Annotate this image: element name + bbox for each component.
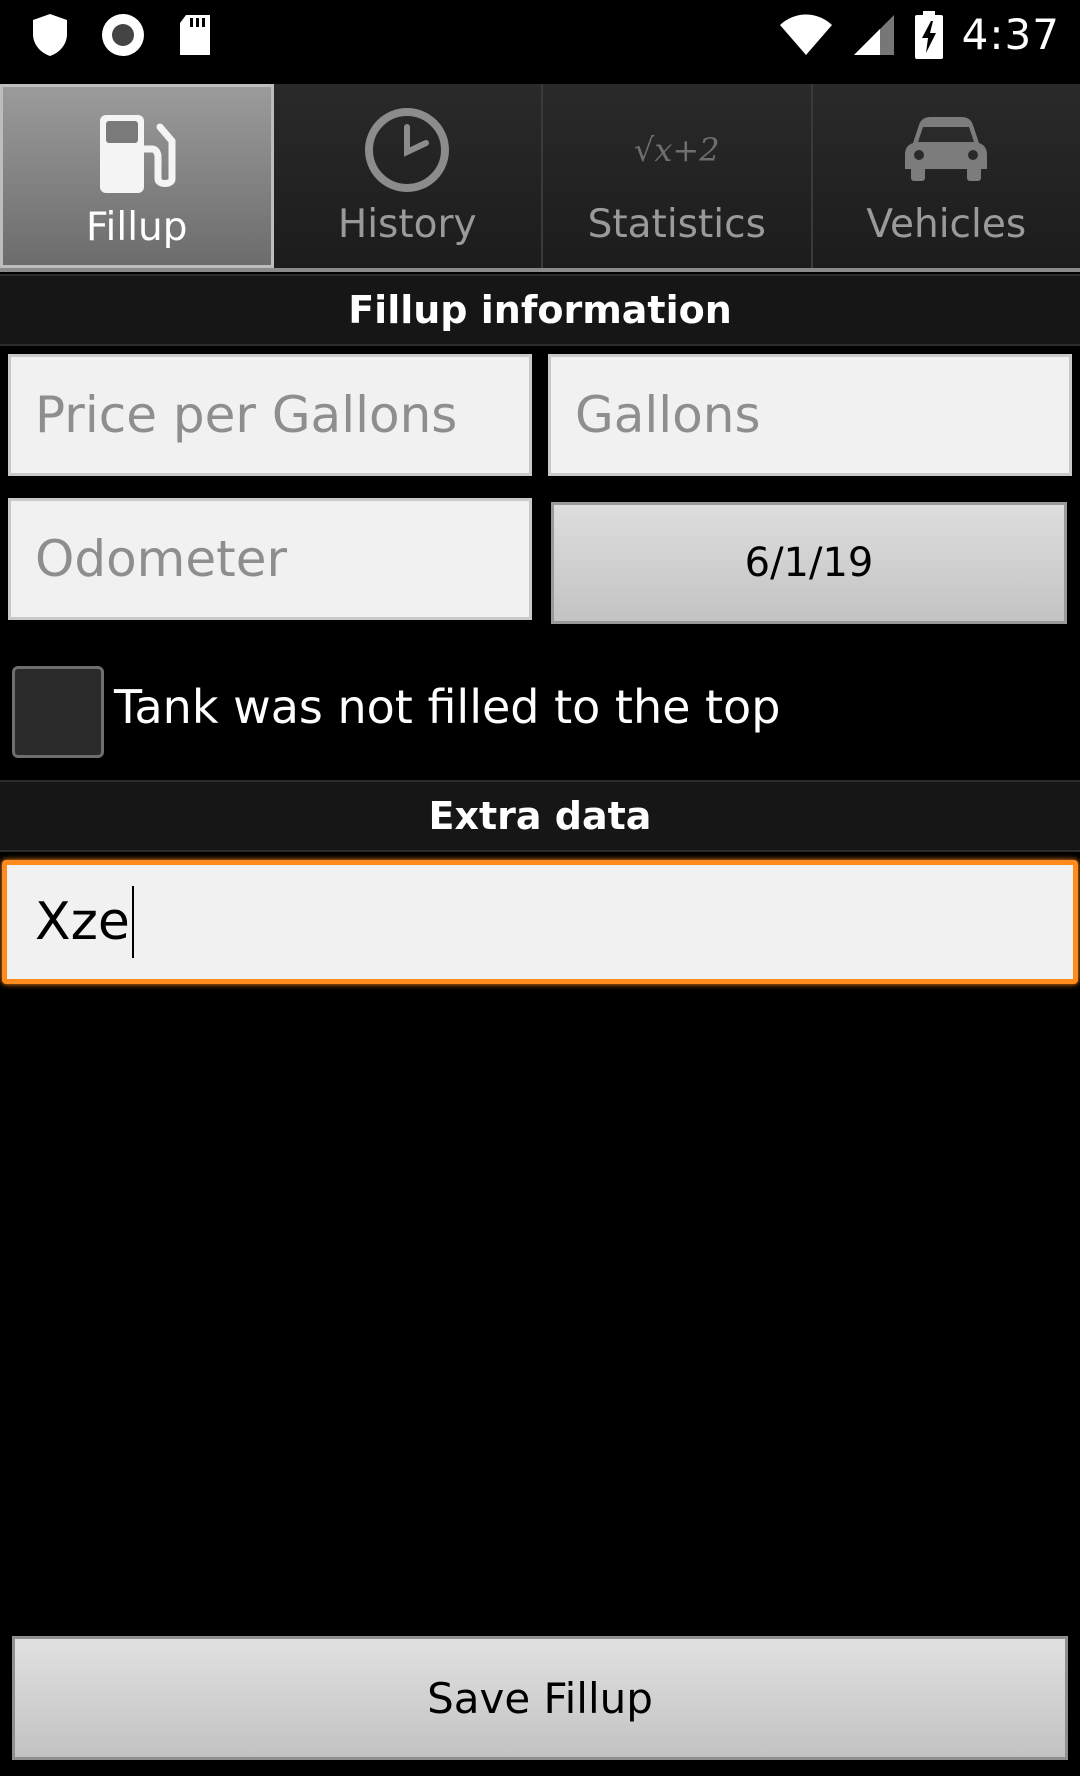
shield-icon (33, 14, 67, 56)
extra-data-value: Xze (35, 892, 130, 952)
text-cursor (131, 886, 134, 958)
car-icon (905, 117, 988, 181)
clock: 4:37 (961, 10, 1060, 59)
date-picker-button[interactable]: 6/1/19 (551, 502, 1067, 624)
status-bar: 4:37 (0, 0, 1080, 84)
gallons-field[interactable]: Gallons (548, 354, 1072, 476)
tank-not-full-label[interactable]: Tank was not filled to the top (114, 680, 780, 734)
odometer-placeholder: Odometer (35, 530, 288, 588)
tab-statistics[interactable]: √x+2 Statistics (543, 84, 813, 268)
tab-fillup-label: Fillup (85, 205, 188, 250)
fuel-pump-icon (99, 115, 176, 193)
tab-vehicles-label: Vehicles (866, 202, 1027, 247)
sqrt-formula-icon: √x+2 (633, 131, 720, 169)
tab-bar: Fillup History √x+2 Statistics Vehicles (0, 84, 1080, 272)
tab-fillup[interactable]: Fillup (0, 84, 274, 268)
fillup-information-header: Fillup information (0, 274, 1080, 346)
gallons-placeholder: Gallons (575, 386, 761, 444)
extra-data-input[interactable]: Xze (2, 860, 1078, 984)
battery-charging-icon (914, 10, 943, 59)
sd-card-icon (180, 15, 210, 55)
price-per-gallon-placeholder: Price per Gallons (35, 386, 458, 444)
clock-icon (365, 108, 450, 192)
tab-vehicles[interactable]: Vehicles (812, 84, 1080, 268)
wifi-icon (779, 14, 832, 55)
tank-not-full-checkbox[interactable] (12, 666, 104, 758)
save-fillup-button[interactable]: Save Fillup (12, 1636, 1068, 1760)
tab-history[interactable]: History (273, 84, 543, 268)
price-per-gallon-field[interactable]: Price per Gallons (8, 354, 532, 476)
signal-icon (853, 14, 894, 55)
tab-statistics-label: Statistics (587, 202, 766, 247)
odometer-field[interactable]: Odometer (8, 498, 532, 620)
record-icon (102, 14, 144, 56)
tab-history-label: History (337, 202, 477, 247)
extra-data-header: Extra data (0, 780, 1080, 852)
